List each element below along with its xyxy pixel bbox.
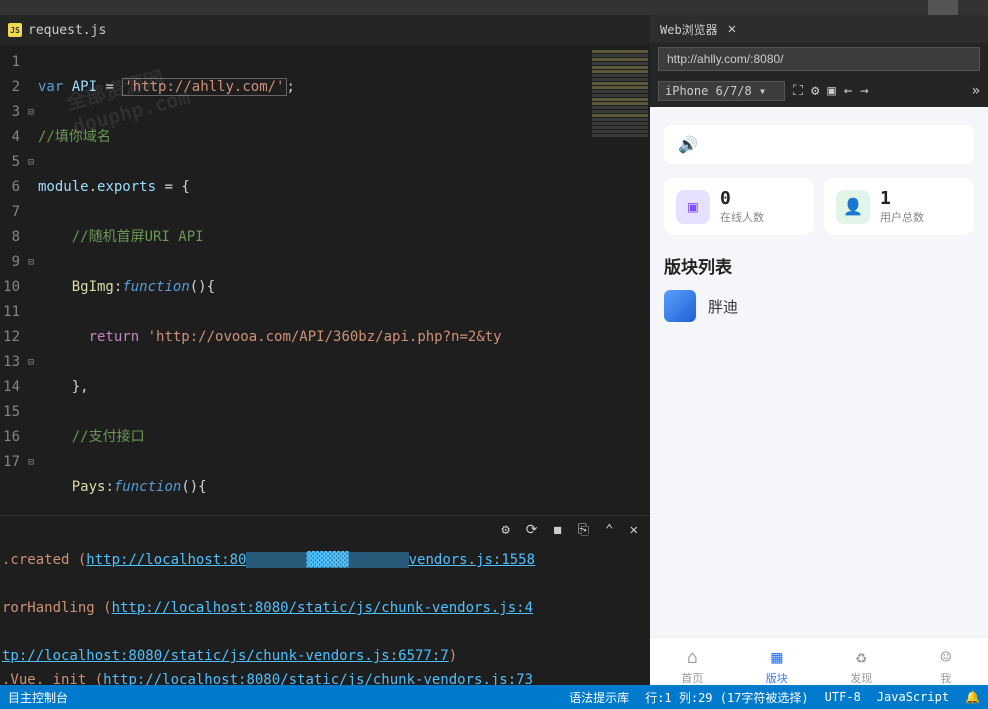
refresh-icon[interactable]: ⟳ xyxy=(526,522,538,538)
fold-gutter: ⊟ ⊟ ⊟ ⊟ ⊟ xyxy=(28,45,38,515)
forward-icon[interactable]: → xyxy=(860,83,868,99)
js-file-icon: JS xyxy=(8,23,22,37)
code-editor[interactable]: var API = 'http://ahlly.com/'; //填你域名 mo… xyxy=(38,45,590,515)
chevron-up-icon[interactable]: ⌃ xyxy=(605,522,613,538)
rotate-icon[interactable]: ⛶ xyxy=(793,83,803,99)
home-icon: ⌂ xyxy=(687,647,698,668)
status-bar: 目主控制台 语法提示库 行:1 列:29 (17字符被选择) UTF-8 Jav… xyxy=(0,685,988,709)
terminal-output[interactable]: .created (http://localhost:80▓▓▓▓▓vendor… xyxy=(0,544,650,695)
browser-toolbar: iPhone 6/7/8 ▾ ⛶ ⚙ ▣ ← → » xyxy=(650,75,988,107)
editor-panel: JS request.js 1234567891011121314151617 … xyxy=(0,15,650,695)
user-total-label: 用户总数 xyxy=(880,209,924,225)
user-icon: 👤 xyxy=(836,190,870,224)
person-icon: ☺ xyxy=(940,647,951,668)
url-input[interactable] xyxy=(658,47,980,71)
line-gutter: 1234567891011121314151617 xyxy=(0,45,28,515)
mobile-preview: 🔊 ▣ 0 在线人数 👤 1 用户总数 xyxy=(650,107,988,695)
back-icon[interactable]: ← xyxy=(844,83,852,99)
grid-icon: ▦ xyxy=(771,647,782,668)
terminal-toolbar: ⚙ ⟳ ◼ ⎘ ⌃ ✕ xyxy=(0,516,650,544)
item-icon xyxy=(664,290,696,322)
item-label: 胖迪 xyxy=(708,296,738,317)
editor-tabs: JS request.js xyxy=(0,15,650,45)
online-count-card[interactable]: ▣ 0 在线人数 xyxy=(664,178,814,235)
user-total-card[interactable]: 👤 1 用户总数 xyxy=(824,178,974,235)
bug-icon[interactable]: ⚙ xyxy=(501,522,509,538)
gift-icon: ♻ xyxy=(856,647,867,668)
sound-card[interactable]: 🔊 xyxy=(664,125,974,164)
user-total: 1 xyxy=(880,188,924,209)
close-icon[interactable]: ✕ xyxy=(728,21,736,37)
tab-filename: request.js xyxy=(28,23,106,38)
online-count: 0 xyxy=(720,188,764,209)
cube-icon: ▣ xyxy=(676,190,710,224)
terminal-panel: ⚙ ⟳ ◼ ⎘ ⌃ ✕ .created (http://localhost:8… xyxy=(0,515,650,695)
status-syntax[interactable]: 语法提示库 xyxy=(569,689,629,706)
browser-tab-label[interactable]: Web浏览器 xyxy=(660,21,718,38)
list-item[interactable]: 胖迪 xyxy=(664,290,974,322)
more-icon[interactable]: » xyxy=(972,83,980,99)
window-btn[interactable] xyxy=(928,0,958,15)
gear-icon[interactable]: ⚙ xyxy=(811,83,819,99)
file-tab[interactable]: JS request.js xyxy=(8,23,106,38)
online-label: 在线人数 xyxy=(720,209,764,225)
browser-tab-bar: Web浏览器 ✕ xyxy=(650,15,988,43)
bell-icon[interactable]: 🔔 xyxy=(965,690,980,704)
minimap[interactable] xyxy=(590,45,650,515)
device-select[interactable]: iPhone 6/7/8 ▾ xyxy=(658,81,785,101)
section-title: 版块列表 xyxy=(664,253,974,278)
status-encoding[interactable]: UTF-8 xyxy=(825,690,861,704)
stop-icon[interactable]: ◼ xyxy=(553,522,561,538)
clear-icon[interactable]: ✕ xyxy=(630,522,638,538)
speaker-icon: 🔊 xyxy=(678,135,698,154)
status-position[interactable]: 行:1 列:29 (17字符被选择) xyxy=(645,689,808,706)
status-left[interactable]: 目主控制台 xyxy=(8,689,68,706)
export-icon[interactable]: ⎘ xyxy=(578,522,589,538)
status-language[interactable]: JavaScript xyxy=(877,690,949,704)
title-bar xyxy=(0,0,988,15)
screenshot-icon[interactable]: ▣ xyxy=(827,83,835,99)
browser-panel: Web浏览器 ✕ iPhone 6/7/8 ▾ ⛶ ⚙ ▣ ← → » 🔊 ▣ xyxy=(650,15,988,695)
